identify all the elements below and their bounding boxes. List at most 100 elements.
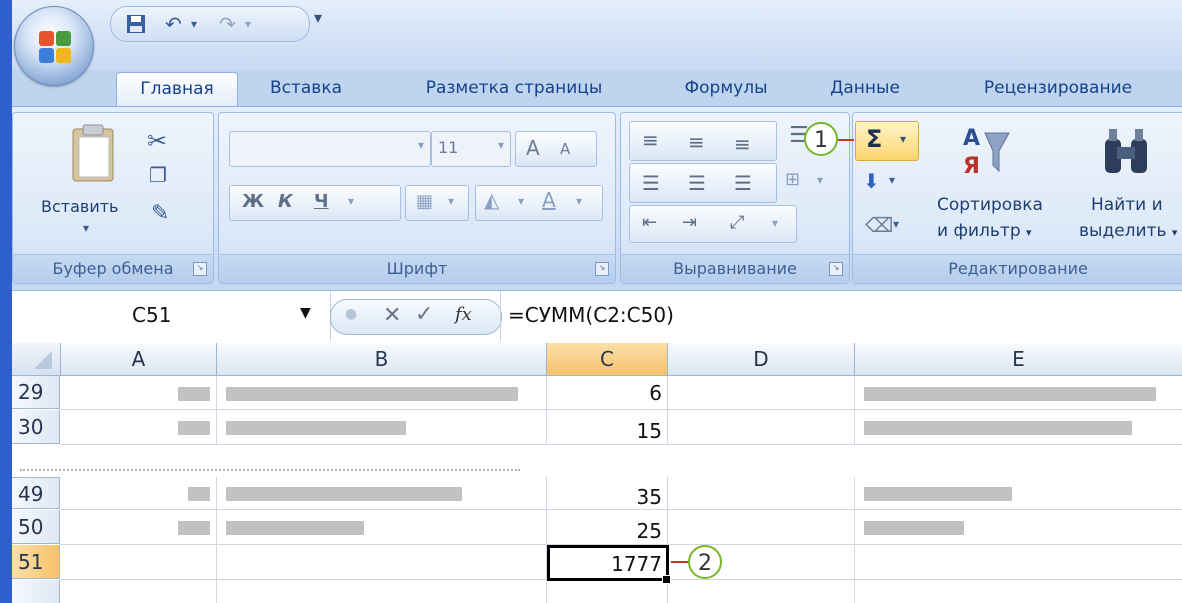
column-header-e[interactable]: E	[855, 343, 1182, 376]
find-select-label-line2[interactable]: выделить ▾	[1079, 221, 1177, 241]
bold-button[interactable]: Ж	[242, 191, 264, 212]
clipboard-launcher-icon[interactable]: ↘	[193, 262, 207, 276]
align-top-icon[interactable]: ≡	[642, 128, 659, 152]
column-header-a[interactable]: A	[61, 343, 217, 376]
align-bottom-icon[interactable]: ≡	[734, 132, 751, 156]
tab-formulas[interactable]: Формулы	[676, 72, 776, 106]
borders-button[interactable]: ▦ ▾	[405, 185, 469, 221]
office-button[interactable]	[14, 6, 94, 86]
tab-page-layout[interactable]: Разметка страницы	[404, 72, 624, 106]
fill-color-icon[interactable]: ◭	[484, 188, 499, 212]
copy-icon[interactable]: ❐	[149, 163, 167, 187]
shrink-font-icon[interactable]: A	[560, 140, 570, 158]
undo-icon[interactable]: ↶	[165, 13, 182, 35]
undo-dropdown-icon[interactable]: ▾	[191, 13, 197, 35]
blurred-cell-b30	[226, 421, 406, 435]
autosum-dropdown-icon[interactable]: ▾	[900, 132, 906, 146]
underline-button[interactable]: Ч	[314, 191, 329, 212]
row-header-49[interactable]: 49	[12, 477, 60, 509]
paste-label[interactable]: Вставить	[41, 197, 118, 216]
formula-input[interactable]: =СУММ(C2:C50)	[508, 303, 674, 327]
customize-qat-icon[interactable]: ▾	[314, 8, 322, 27]
align-center-icon[interactable]: ☰	[688, 171, 706, 195]
name-box[interactable]: C51 ▼	[12, 291, 331, 341]
sort-filter-label-line1[interactable]: Сортировка	[937, 195, 1043, 215]
font-name-dropdown-icon[interactable]: ▾	[418, 138, 424, 152]
row-header-51[interactable]: 51	[12, 545, 60, 579]
paste-icon[interactable]	[69, 123, 119, 185]
tab-home[interactable]: Главная	[116, 72, 238, 107]
clear-dropdown-icon[interactable]: ▾	[893, 217, 899, 231]
decrease-indent-icon[interactable]: ⇤	[642, 212, 657, 233]
fill-dropdown-icon[interactable]: ▾	[889, 173, 895, 187]
orientation-dropdown-icon[interactable]: ▾	[772, 216, 778, 230]
grow-font-icon[interactable]: A	[526, 136, 540, 160]
find-select-label-line1[interactable]: Найти и	[1091, 195, 1163, 215]
formula-bar: C51 ▼ ● ✕ ✓ fx =СУММ(C2:C50)	[12, 290, 1182, 344]
font-color-icon[interactable]: A	[542, 188, 556, 212]
sort-filter-icon[interactable]: А Я	[959, 121, 1011, 181]
name-box-dropdown-icon[interactable]: ▼	[300, 305, 311, 321]
callout-2-connector	[671, 561, 689, 563]
formula-bar-handle-icon[interactable]: ●	[345, 306, 357, 322]
save-icon[interactable]	[125, 13, 147, 39]
autosum-button[interactable]: Σ ▾	[855, 121, 919, 161]
redo-dropdown-icon[interactable]: ▾	[245, 13, 251, 35]
row-header-52[interactable]	[12, 580, 60, 603]
blurred-cell-e30	[864, 421, 1132, 435]
merge-center-icon[interactable]: ⊞	[785, 169, 800, 190]
vertical-align-buttons: ≡ ≡ ≡	[629, 121, 777, 161]
alignment-launcher-icon[interactable]: ↘	[829, 262, 843, 276]
blurred-cell-a50	[178, 521, 210, 535]
row-header-30[interactable]: 30	[12, 410, 60, 444]
svg-text:А: А	[963, 126, 980, 151]
worksheet-grid[interactable]: A B C D E 29 6 30 15 49 35 50 25 51 1777…	[12, 343, 1182, 603]
tab-review[interactable]: Рецензирование	[958, 72, 1158, 106]
cancel-entry-icon[interactable]: ✕	[383, 303, 401, 328]
row-header-50[interactable]: 50	[12, 510, 60, 544]
paste-dropdown-icon[interactable]: ▾	[83, 221, 89, 235]
font-size-select[interactable]: 11 ▾	[431, 131, 511, 167]
cell-c30[interactable]: 15	[552, 419, 662, 443]
tab-insert[interactable]: Вставка	[256, 72, 356, 106]
column-header-b[interactable]: B	[217, 343, 547, 376]
orientation-icon[interactable]: ⤢	[730, 212, 744, 233]
active-cell-c51[interactable]: 1777	[547, 545, 669, 581]
underline-dropdown-icon[interactable]: ▾	[348, 194, 354, 208]
font-launcher-icon[interactable]: ↘	[595, 262, 609, 276]
cut-icon[interactable]: ✂	[147, 127, 167, 155]
column-header-d[interactable]: D	[668, 343, 855, 376]
cell-c50[interactable]: 25	[552, 519, 662, 543]
sort-filter-label-line2[interactable]: и фильтр ▾	[937, 221, 1032, 241]
redo-icon[interactable]: ↷	[219, 13, 236, 35]
column-header-c[interactable]: C	[547, 343, 668, 376]
clipboard-group-label: Буфер обмена	[13, 254, 213, 283]
confirm-entry-icon[interactable]: ✓	[415, 302, 433, 327]
fill-color-dropdown-icon[interactable]: ▾	[518, 194, 524, 208]
tab-data[interactable]: Данные	[820, 72, 910, 106]
excel-window: ↶ ▾ ↷ ▾ ▾ Главная Вставка Разметка стран…	[12, 0, 1182, 603]
insert-function-icon[interactable]: fx	[455, 304, 472, 325]
format-painter-icon[interactable]: ✎	[151, 201, 169, 226]
cell-c49[interactable]: 35	[552, 485, 662, 509]
horizontal-align-buttons: ☰ ☰ ☰	[629, 163, 777, 203]
italic-button[interactable]: К	[278, 191, 293, 212]
rows-gap	[12, 445, 1182, 477]
select-all-button[interactable]	[12, 343, 61, 376]
merge-dropdown-icon[interactable]: ▾	[817, 173, 823, 187]
align-left-icon[interactable]: ☰	[642, 171, 660, 195]
find-select-icon[interactable]	[1099, 123, 1153, 179]
fill-handle[interactable]	[662, 575, 671, 584]
borders-dropdown-icon[interactable]: ▾	[448, 194, 454, 208]
align-middle-icon[interactable]: ≡	[688, 130, 705, 154]
font-grow-shrink-buttons: A A	[515, 131, 597, 167]
clear-icon[interactable]: ⌫	[865, 213, 893, 237]
align-right-icon[interactable]: ☰	[734, 171, 752, 195]
font-name-select[interactable]: ▾	[229, 131, 431, 167]
fill-down-icon[interactable]: ⬇	[863, 169, 880, 193]
font-size-dropdown-icon[interactable]: ▾	[498, 138, 504, 152]
row-header-29[interactable]: 29	[12, 376, 60, 409]
increase-indent-icon[interactable]: ⇥	[682, 212, 697, 233]
cell-c29[interactable]: 6	[552, 381, 662, 405]
font-color-dropdown-icon[interactable]: ▾	[576, 194, 582, 208]
